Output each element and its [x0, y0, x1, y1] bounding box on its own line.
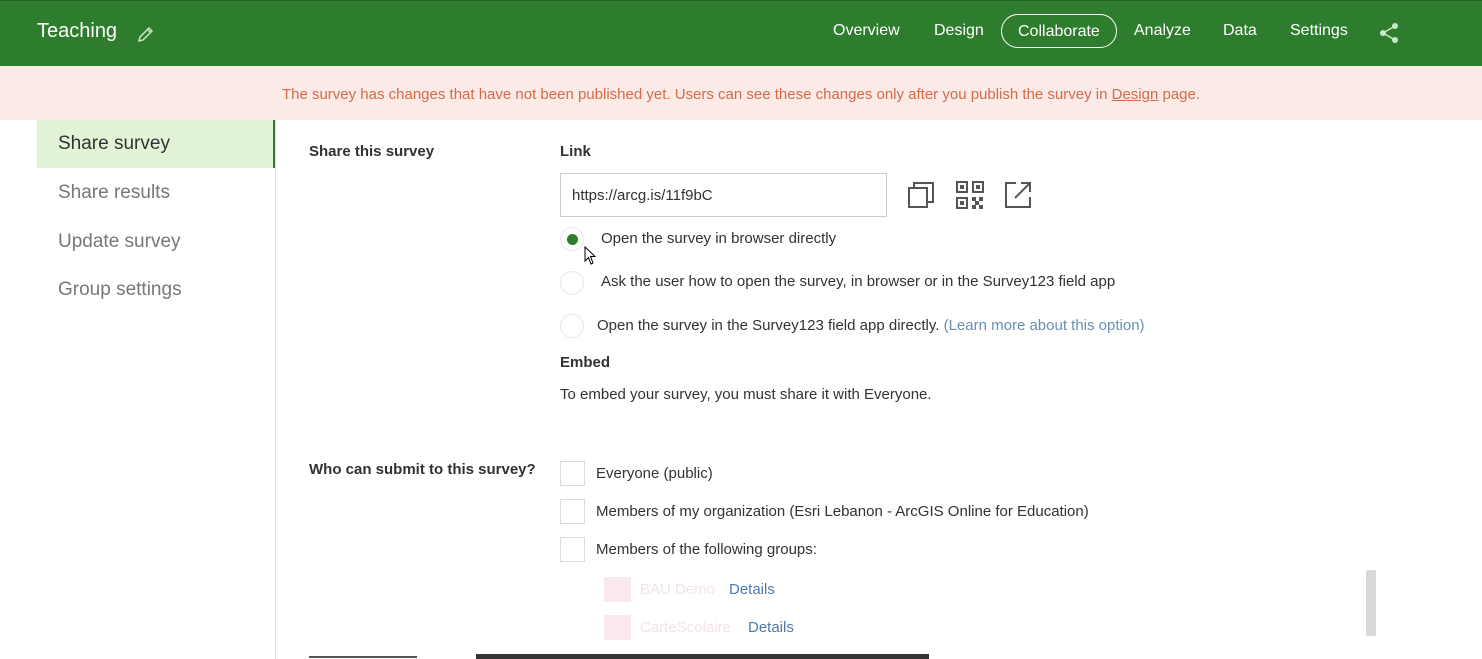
radio-ask-user-label: Ask the user how to open the survey, in …	[601, 273, 1116, 290]
sidebar: Share survey Share results Update survey…	[0, 120, 276, 659]
survey-link-field[interactable]	[560, 173, 887, 217]
learn-more-link[interactable]: (Learn more about this option)	[944, 317, 1145, 334]
tab-data[interactable]: Data	[1223, 22, 1257, 40]
tab-collaborate[interactable]: Collaborate	[1001, 14, 1117, 48]
sidebar-item-update-survey[interactable]: Update survey	[37, 218, 275, 266]
sidebar-item-share-results[interactable]: Share results	[37, 169, 275, 217]
mouse-cursor-icon	[584, 246, 597, 265]
checkbox-groups-label: Members of the following groups:	[596, 541, 817, 558]
checkbox-organization[interactable]	[560, 499, 585, 524]
radio-ask-user[interactable]	[560, 271, 584, 295]
tab-overview[interactable]: Overview	[833, 22, 900, 40]
open-external-icon[interactable]	[1003, 180, 1033, 210]
group-name-bau-demo: BAU Demo	[640, 581, 716, 598]
app-header: Teaching Overview Design Collaborate Ana…	[0, 0, 1482, 66]
group-name-cartescolaire: CarteScolaire	[640, 619, 731, 636]
embed-label: Embed	[560, 354, 611, 371]
checkbox-group-cartescolaire[interactable]	[604, 615, 631, 640]
radio-open-field-app-label: Open the survey in the Survey123 field a…	[597, 317, 1145, 334]
checkbox-everyone[interactable]	[560, 461, 585, 486]
divider	[309, 656, 417, 658]
unpublished-changes-banner: The survey has changes that have not bee…	[0, 66, 1482, 120]
tab-analyze[interactable]: Analyze	[1134, 22, 1191, 40]
share-section-label: Share this survey	[309, 143, 435, 160]
submit-section-label: Who can submit to this survey?	[309, 461, 536, 478]
scrollbar[interactable]	[1366, 570, 1376, 636]
sidebar-item-group-settings[interactable]: Group settings	[37, 266, 275, 314]
sidebar-item-share-survey[interactable]: Share survey	[37, 120, 275, 168]
copy-icon[interactable]	[906, 180, 936, 210]
tab-design[interactable]: Design	[934, 22, 984, 40]
divider	[476, 654, 929, 659]
checkbox-everyone-label: Everyone (public)	[596, 465, 713, 482]
banner-text: The survey has changes that have not bee…	[281, 86, 1112, 103]
tab-settings[interactable]: Settings	[1290, 22, 1348, 40]
qr-code-icon[interactable]	[955, 180, 985, 210]
radio-open-browser-label: Open the survey in browser directly	[601, 230, 837, 247]
radio-open-field-app[interactable]	[560, 314, 584, 338]
embed-text: To embed your survey, you must share it …	[560, 386, 932, 403]
checkbox-organization-label: Members of my organization (Esri Lebanon…	[596, 503, 1089, 520]
checkbox-group-bau-demo[interactable]	[604, 577, 631, 602]
banner-design-link[interactable]: Design	[1112, 86, 1159, 103]
banner-text-end: page.	[1158, 86, 1201, 103]
group-details-link-cartescolaire[interactable]: Details	[748, 619, 794, 636]
group-details-link-bau-demo[interactable]: Details	[729, 581, 775, 598]
pencil-icon[interactable]	[136, 24, 156, 44]
share-icon[interactable]	[1378, 22, 1400, 44]
checkbox-groups[interactable]	[560, 537, 585, 562]
survey-title: Teaching	[37, 20, 118, 42]
link-label: Link	[560, 143, 591, 160]
radio-open-browser[interactable]	[560, 227, 584, 251]
